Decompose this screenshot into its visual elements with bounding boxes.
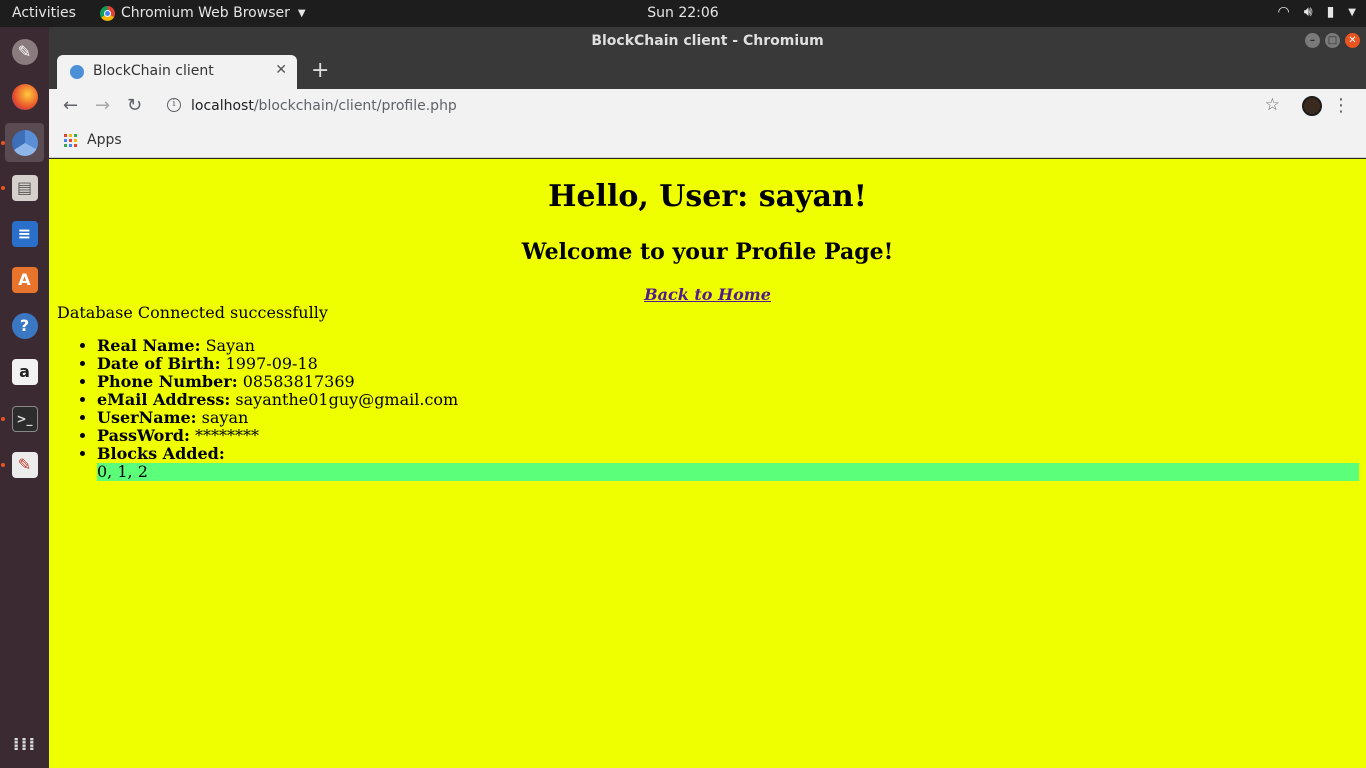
list-item: Real Name: Sayan	[97, 337, 1359, 355]
url-path: /blockchain/client/profile.php	[253, 98, 457, 114]
chevron-down-icon: ▼	[297, 7, 306, 19]
list-item: Phone Number: 08583817369	[97, 373, 1359, 391]
battery-icon: ▮	[1326, 4, 1335, 20]
amazon-icon: a	[11, 358, 38, 385]
profile-avatar[interactable]	[1302, 96, 1322, 116]
page-subtitle: Welcome to your Profile Page!	[521, 239, 894, 265]
field-label: Date of Birth:	[97, 354, 221, 373]
field-label: UserName:	[97, 408, 197, 427]
window-title: BlockChain client - Chromium	[591, 33, 824, 49]
dock-item-amazon[interactable]: a	[5, 352, 44, 391]
list-item: UserName: sayan	[97, 409, 1359, 427]
file-manager-icon: ▤	[11, 174, 38, 201]
dock-item-writer[interactable]: ≡	[5, 214, 44, 253]
field-label: eMail Address:	[97, 390, 231, 409]
page-content: Hello, User: sayan! Welcome to your Prof…	[49, 159, 1366, 768]
dock-item-show-apps[interactable]: ⁞⁞⁞	[5, 725, 44, 764]
back-button[interactable]: ←	[63, 95, 78, 116]
profile-details-list: Real Name: Sayan Date of Birth: 1997-09-…	[97, 337, 1359, 481]
reload-button[interactable]: ↻	[127, 95, 142, 116]
field-value: 1997-09-18	[225, 354, 318, 373]
maximize-button[interactable]: □	[1325, 33, 1340, 48]
wifi-icon: ◠	[1277, 4, 1290, 20]
window-title-bar: BlockChain client - Chromium – □ ✕	[49, 27, 1366, 55]
close-window-button[interactable]: ✕	[1345, 33, 1360, 48]
blocks-added-value: 0, 1, 2	[97, 463, 1359, 481]
list-item: PassWord: ********	[97, 427, 1359, 445]
browser-toolbar: ← → ↻ i localhost/blockchain/client/prof…	[49, 89, 1366, 125]
field-label: PassWord:	[97, 426, 190, 445]
field-value: sayan	[201, 408, 249, 427]
forward-button[interactable]: →	[95, 95, 110, 116]
firefox-icon	[11, 83, 38, 110]
favicon-icon	[70, 65, 84, 79]
dock-item-terminal[interactable]: >_	[5, 399, 44, 438]
browser-menu-button[interactable]: ⋮	[1332, 95, 1350, 116]
apps-bookmark[interactable]: Apps	[87, 132, 122, 148]
address-bar[interactable]: i localhost/blockchain/client/profile.ph…	[157, 92, 1257, 122]
activities-button[interactable]: Activities	[12, 5, 76, 21]
field-value: ********	[194, 426, 259, 445]
dock-item-help[interactable]: ?	[5, 306, 44, 345]
info-icon[interactable]: i	[167, 98, 181, 112]
dock: ✎ ▤ ≡ A ? a >_ ✎ ⁞⁞⁞	[0, 27, 49, 768]
tab-strip: BlockChain client ✕ +	[49, 55, 1366, 89]
dock-item-text-editor[interactable]: ✎	[5, 445, 44, 484]
text-editor-icon: ✎	[11, 451, 38, 478]
new-tab-button[interactable]: +	[311, 60, 329, 82]
home-link-container: Back to Home	[49, 285, 1366, 304]
volume-icon: 🔊︎	[1303, 4, 1313, 20]
db-status-text: Database Connected successfully	[57, 303, 328, 322]
tab-blockchain-client[interactable]: BlockChain client ✕	[57, 55, 297, 89]
app-menu[interactable]: Chromium Web Browser ▼	[100, 5, 306, 21]
help-icon: ?	[11, 312, 38, 339]
window-controls: – □ ✕	[1305, 33, 1360, 48]
bookmark-star-icon[interactable]: ☆	[1265, 95, 1280, 115]
dock-item-software[interactable]: A	[5, 260, 44, 299]
tab-title: BlockChain client	[93, 63, 214, 79]
dock-item-chromium[interactable]	[5, 123, 44, 162]
writer-icon: ≡	[11, 220, 38, 247]
field-label: Blocks Added:	[97, 444, 225, 463]
field-value: Sayan	[205, 336, 255, 355]
url-host: localhost	[191, 98, 254, 114]
apps-grid-icon[interactable]	[64, 134, 77, 147]
list-item: eMail Address: sayanthe01guy@gmail.com	[97, 391, 1359, 409]
page-title: Hello, User: sayan!	[548, 179, 867, 214]
field-label: Phone Number:	[97, 372, 238, 391]
terminal-icon: >_	[11, 405, 38, 432]
dock-item-files[interactable]: ✎	[5, 32, 44, 71]
chromium-icon	[11, 129, 38, 156]
app-menu-label: Chromium Web Browser	[121, 5, 290, 21]
dock-item-file-manager[interactable]: ▤	[5, 168, 44, 207]
files-icon: ✎	[11, 38, 38, 65]
bookmarks-bar: Apps	[49, 125, 1366, 158]
url-text[interactable]: localhost/blockchain/client/profile.php	[191, 98, 457, 114]
minimize-button[interactable]: –	[1305, 33, 1320, 48]
field-label: Real Name:	[97, 336, 201, 355]
tab-close-button[interactable]: ✕	[275, 62, 287, 78]
field-value: sayanthe01guy@gmail.com	[235, 390, 459, 409]
list-item: Blocks Added: 0, 1, 2	[97, 445, 1359, 481]
field-value: 08583817369	[242, 372, 355, 391]
back-to-home-link[interactable]: Back to Home	[644, 285, 771, 304]
dock-item-firefox[interactable]	[5, 77, 44, 116]
app-grid-icon: ⁞⁞⁞	[12, 734, 37, 755]
system-top-bar: Activities Chromium Web Browser ▼ Sun 22…	[0, 0, 1366, 27]
software-icon: A	[11, 266, 38, 293]
list-item: Date of Birth: 1997-09-18	[97, 355, 1359, 373]
system-tray[interactable]: ◠ 🔊︎ ▮ ▼	[1278, 4, 1356, 20]
chevron-down-icon: ▼	[1348, 7, 1356, 18]
chromium-icon	[100, 5, 115, 21]
